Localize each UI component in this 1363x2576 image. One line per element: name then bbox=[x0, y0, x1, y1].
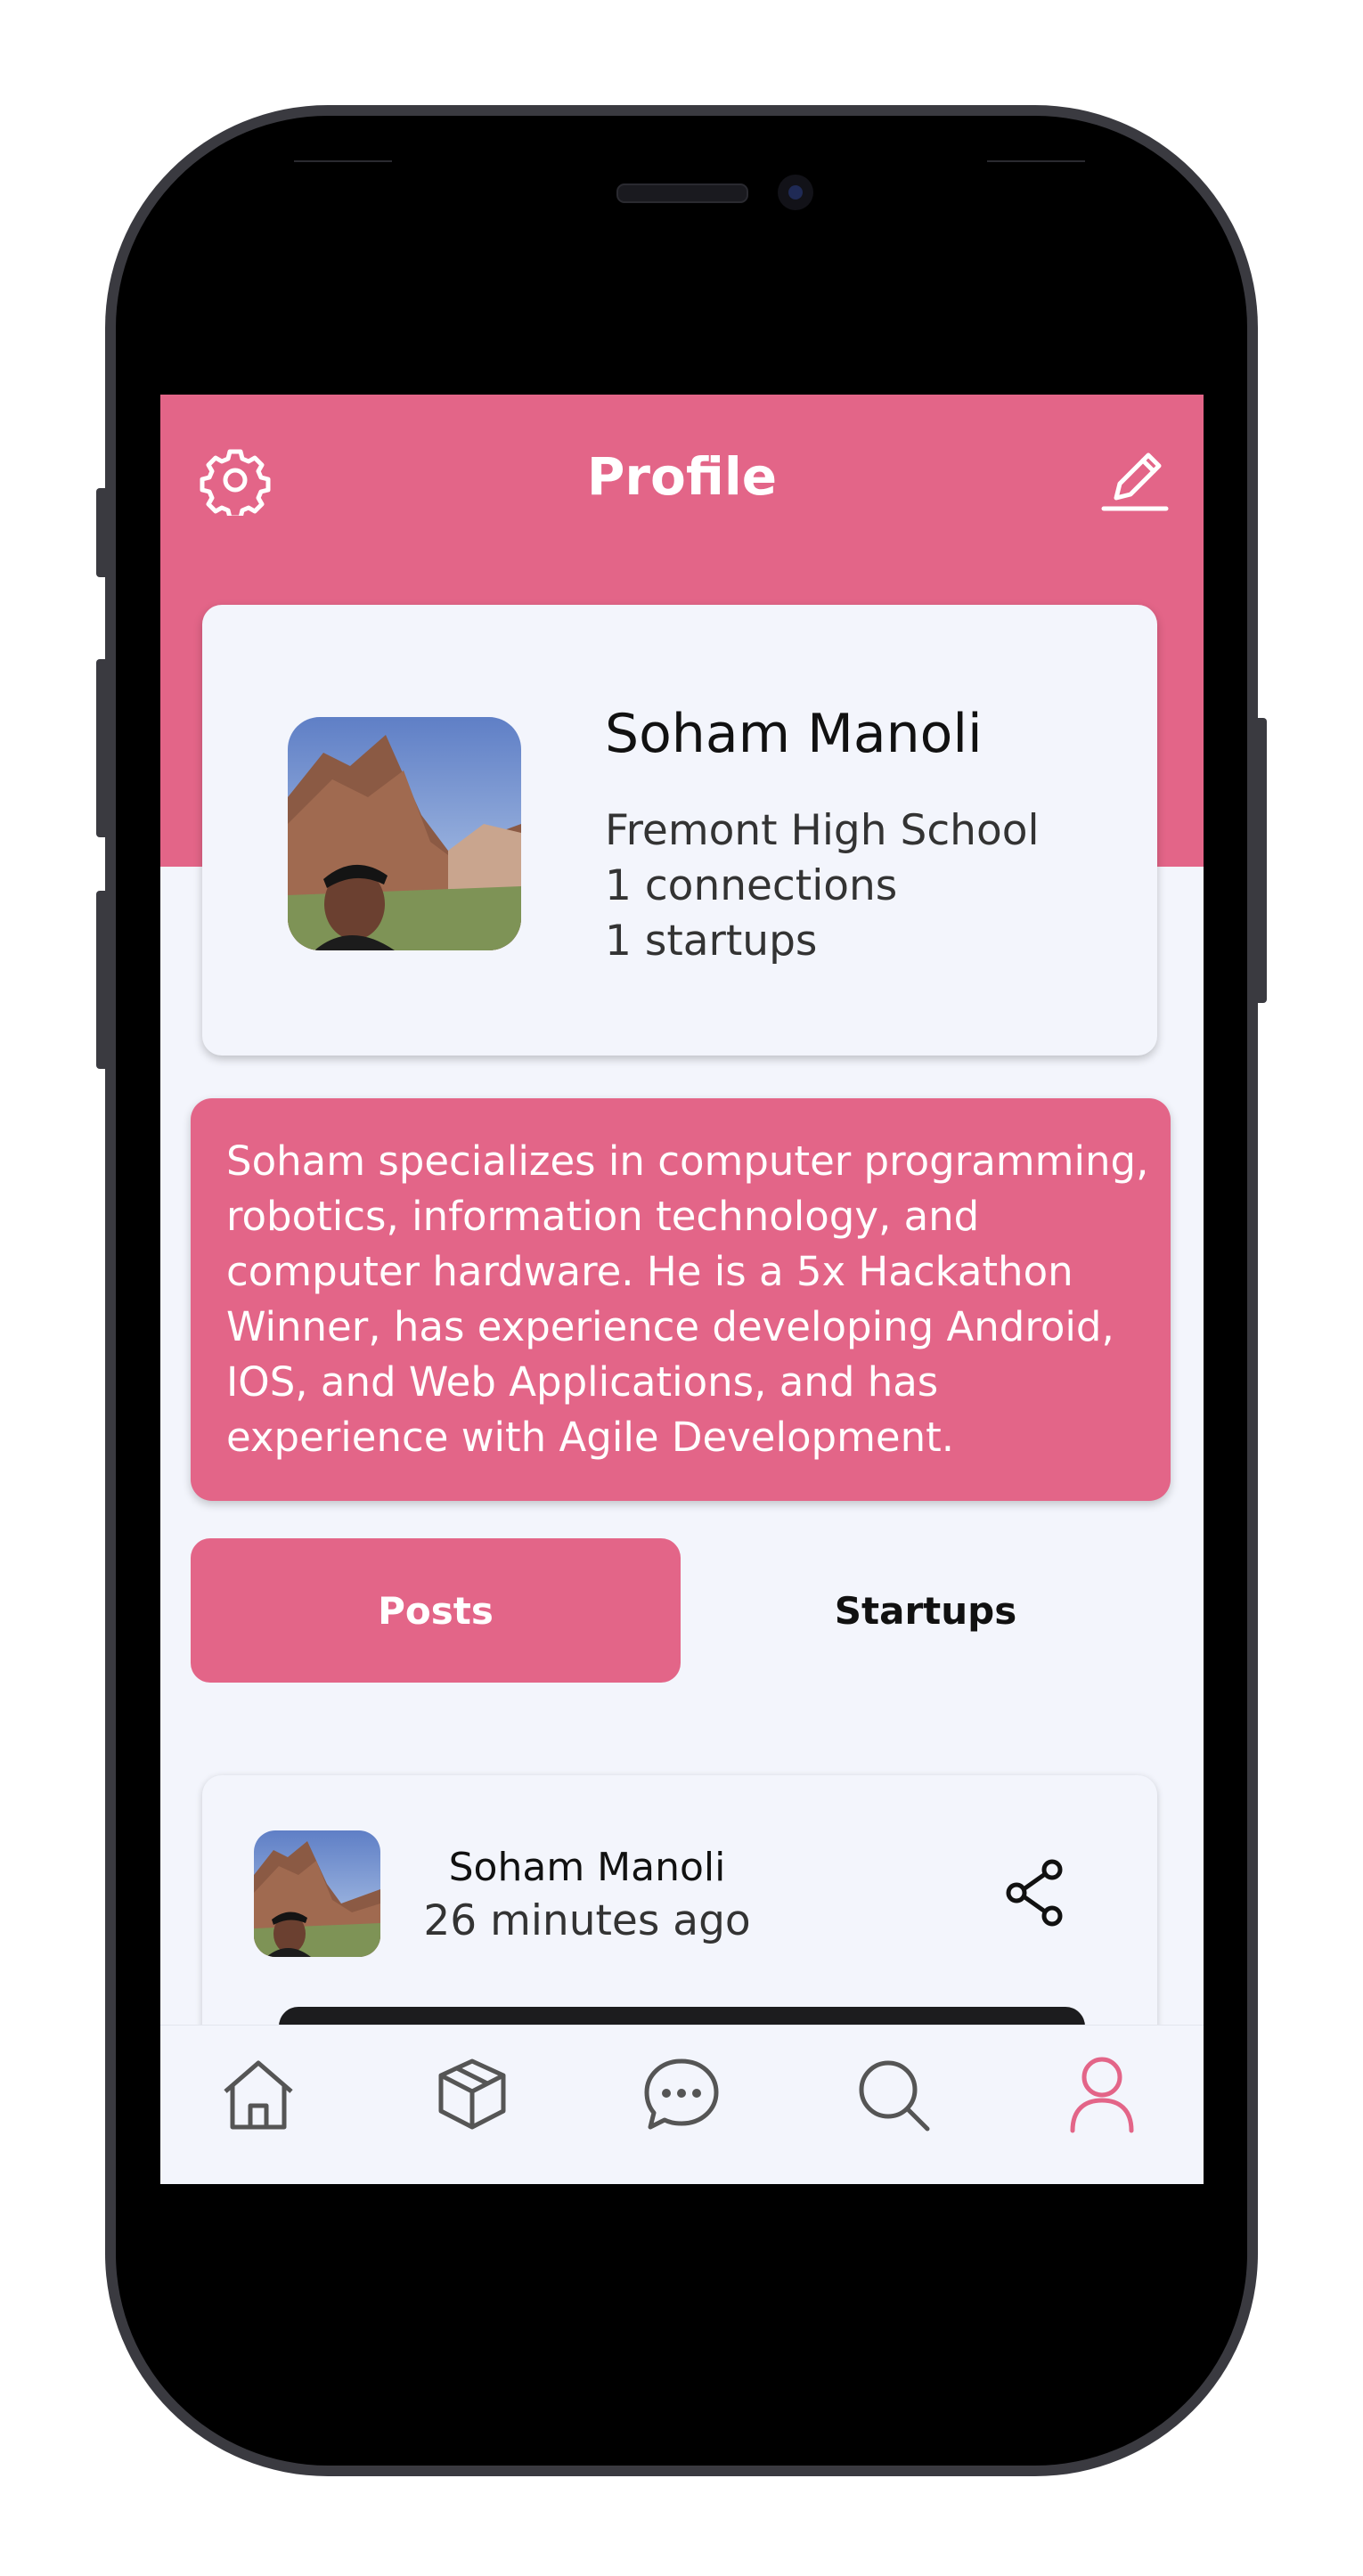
phone-volume-down-button bbox=[96, 891, 109, 1069]
profile-bio: Soham specializes in computer programmin… bbox=[191, 1098, 1171, 1501]
phone-power-button bbox=[1254, 718, 1267, 1003]
share-icon bbox=[1006, 1859, 1063, 1927]
bottom-nav bbox=[160, 2025, 1204, 2184]
post-timestamp: 26 minutes ago bbox=[423, 1896, 751, 1945]
phone-antenna-line bbox=[987, 160, 1085, 162]
profile-startups[interactable]: 1 startups bbox=[605, 917, 817, 966]
page-title: Profile bbox=[586, 446, 778, 507]
profile-connections[interactable]: 1 connections bbox=[605, 861, 897, 910]
phone-side-button bbox=[96, 488, 109, 577]
profile-photo bbox=[288, 717, 521, 950]
phone-camera bbox=[778, 175, 813, 210]
nav-profile[interactable] bbox=[1062, 2054, 1142, 2134]
profile-avatar bbox=[288, 717, 521, 950]
nav-messages[interactable] bbox=[641, 2054, 722, 2134]
post-author-avatar[interactable] bbox=[254, 1830, 380, 1957]
person-icon bbox=[1070, 2057, 1134, 2133]
profile-school: Fremont High School bbox=[605, 806, 1040, 855]
app-screen: Profile Soham Manoli Fremont High School… bbox=[160, 395, 1204, 2184]
cube-icon bbox=[438, 2058, 506, 2130]
home-icon bbox=[224, 2060, 293, 2130]
phone-speaker bbox=[616, 183, 748, 203]
profile-card: Soham Manoli Fremont High School 1 conne… bbox=[202, 605, 1157, 1056]
search-icon bbox=[859, 2060, 930, 2132]
nav-home[interactable] bbox=[218, 2054, 298, 2134]
post-author-name[interactable]: Soham Manoli bbox=[436, 1845, 739, 1890]
chat-bubble-icon bbox=[644, 2058, 719, 2130]
profile-name: Soham Manoli bbox=[605, 703, 983, 765]
edit-pencil-icon bbox=[1101, 452, 1169, 511]
nav-startups[interactable] bbox=[432, 2054, 512, 2134]
share-button[interactable] bbox=[1002, 1857, 1070, 1928]
tab-startups[interactable]: Startups bbox=[681, 1538, 1171, 1683]
phone-antenna-line bbox=[294, 160, 392, 162]
phone-volume-up-button bbox=[96, 659, 109, 837]
nav-search[interactable] bbox=[853, 2054, 933, 2134]
post-author-photo bbox=[254, 1830, 380, 1957]
tab-posts[interactable]: Posts bbox=[191, 1538, 681, 1683]
edit-profile-button[interactable] bbox=[1100, 444, 1171, 516]
